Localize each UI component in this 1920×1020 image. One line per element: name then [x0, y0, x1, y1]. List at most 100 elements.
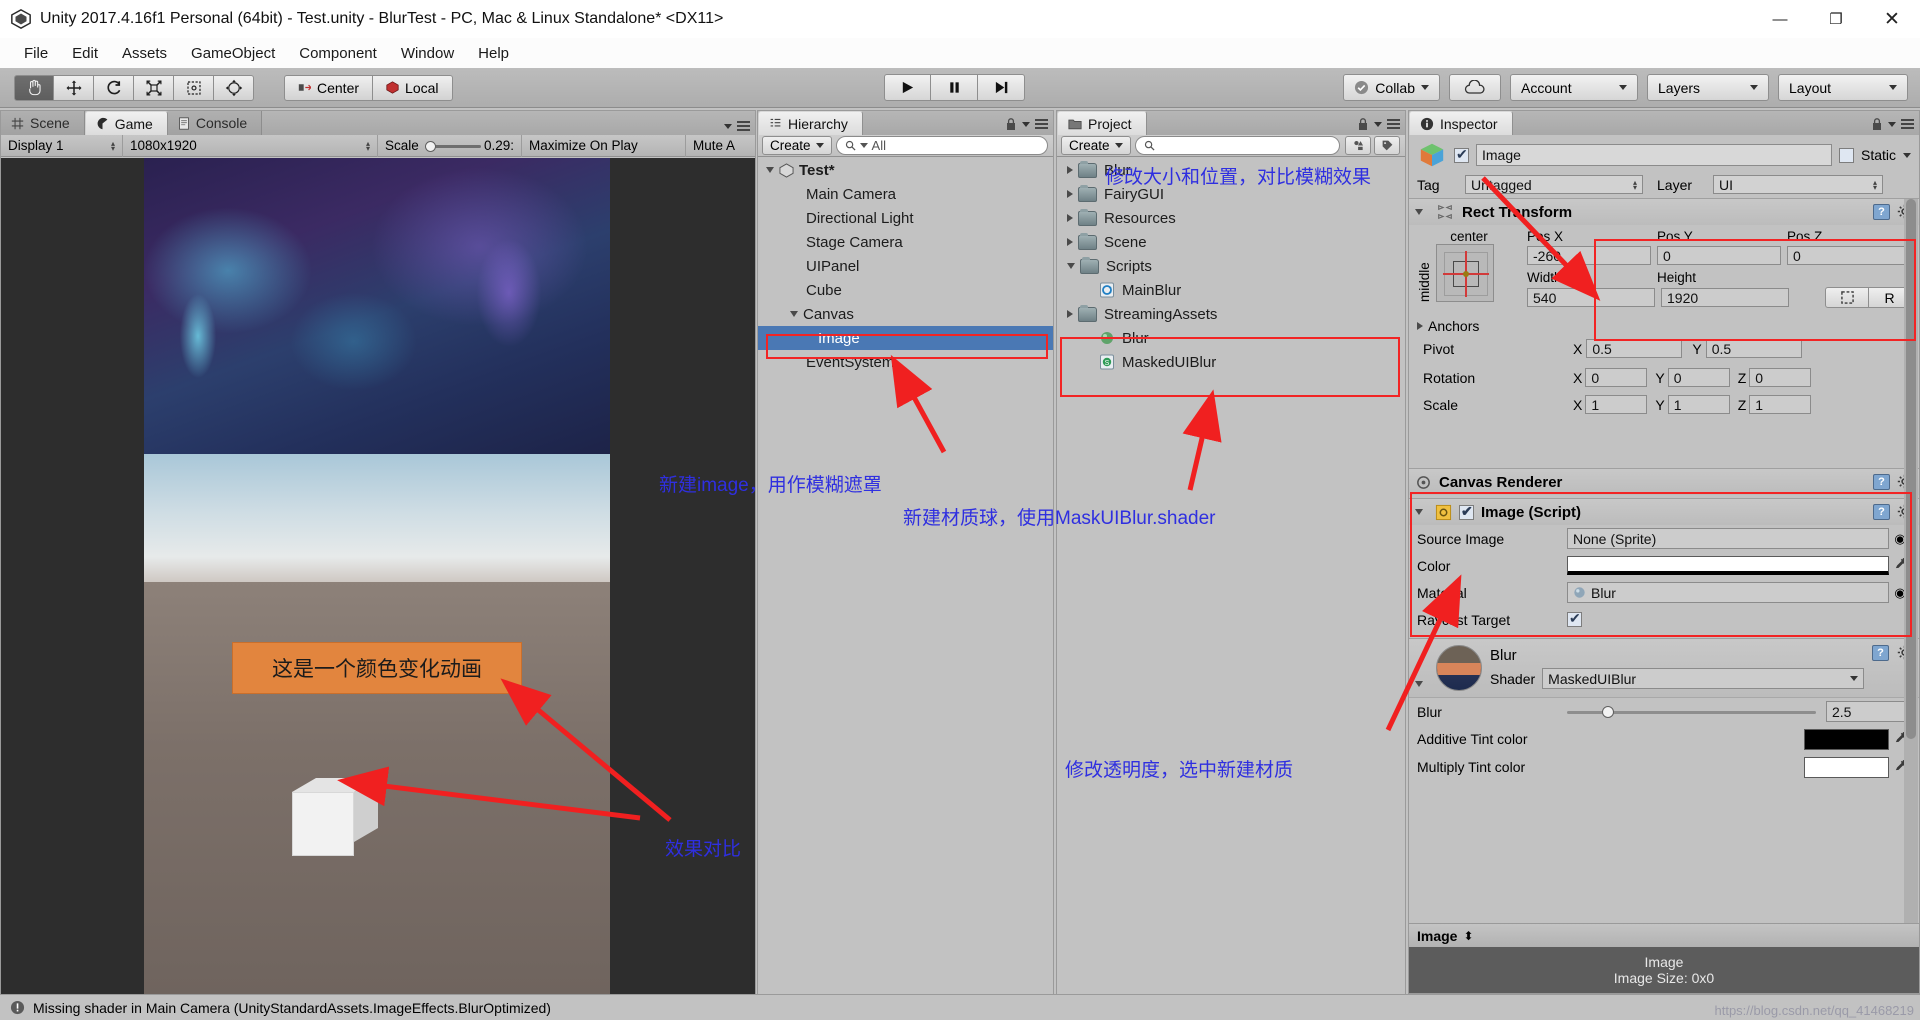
multiply-tint-swatch[interactable]: [1804, 756, 1889, 778]
game-render-area[interactable]: 这是一个颜色变化动画: [1, 158, 755, 994]
filter-by-type-icon[interactable]: [1345, 136, 1371, 155]
step-button[interactable]: [978, 74, 1025, 101]
preview-tab-menu-icon[interactable]: ⬍: [1463, 929, 1473, 943]
menu-help[interactable]: Help: [466, 42, 521, 65]
tab-scene[interactable]: Scene: [1, 111, 85, 135]
project-item-resources[interactable]: Resources: [1057, 206, 1405, 230]
hierarchy-item-canvas[interactable]: Canvas: [758, 302, 1053, 326]
layers-button[interactable]: Layers: [1647, 74, 1769, 101]
menu-component[interactable]: Component: [287, 42, 389, 65]
scale-slider[interactable]: [424, 140, 481, 152]
scale-slider-handle[interactable]: [424, 140, 436, 152]
maximize-on-play-toggle[interactable]: Maximize On Play: [522, 134, 686, 157]
pivot-center-button[interactable]: Center: [284, 74, 374, 101]
hierarchy-item-cube[interactable]: Cube: [758, 278, 1053, 302]
hierarchy-item-main-camera[interactable]: Main Camera: [758, 182, 1053, 206]
menu-file[interactable]: File: [12, 42, 60, 65]
rect-tool-button[interactable]: [174, 74, 214, 101]
preview-tab-label[interactable]: Image: [1417, 928, 1457, 944]
collab-button[interactable]: Collab: [1343, 74, 1440, 101]
menu-assets[interactable]: Assets: [110, 42, 179, 65]
blur-slider-handle[interactable]: [1601, 705, 1614, 718]
play-button[interactable]: [884, 74, 931, 101]
layout-button[interactable]: Layout: [1778, 74, 1908, 101]
minimize-button[interactable]: —: [1752, 0, 1808, 38]
pause-button[interactable]: [931, 74, 978, 101]
menu-window[interactable]: Window: [389, 42, 466, 65]
chevron-down-icon[interactable]: [790, 311, 798, 317]
tab-hierarchy[interactable]: Hierarchy: [758, 111, 863, 135]
maximize-button[interactable]: ❐: [1808, 0, 1864, 38]
chevron-right-icon[interactable]: [1067, 190, 1073, 198]
tab-game[interactable]: Game: [84, 111, 168, 135]
project-item-scripts[interactable]: Scripts: [1057, 254, 1405, 278]
project-item-streamingassets[interactable]: StreamingAssets: [1057, 302, 1405, 326]
hierarchy-search-input[interactable]: All: [835, 136, 1048, 155]
hierarchy-item-test[interactable]: Test*: [758, 158, 1053, 182]
additive-tint-swatch[interactable]: [1804, 728, 1889, 750]
inspector-panel-menu[interactable]: [1871, 117, 1914, 131]
game-viewport[interactable]: 这是一个颜色变化动画: [144, 158, 610, 994]
project-list[interactable]: Blur FairyGUI Resources Scene Scripts Ma…: [1057, 158, 1405, 994]
pivot-y-input[interactable]: 0.5: [1705, 339, 1802, 358]
scale-slider-group[interactable]: Scale 0.29:: [378, 134, 522, 157]
rect-transform-header[interactable]: Rect Transform ?: [1409, 199, 1919, 225]
chevron-down-icon[interactable]: [1067, 263, 1075, 269]
hierarchy-item-directional-light[interactable]: Directional Light: [758, 206, 1053, 230]
blur-amount-input[interactable]: 2.5: [1826, 701, 1911, 722]
pivot-x-input[interactable]: 0.5: [1586, 339, 1683, 358]
shader-dropdown[interactable]: MaskedUIBlur: [1542, 668, 1864, 689]
rot-y-input[interactable]: 0: [1667, 368, 1730, 387]
project-item-mainblur[interactable]: MainBlur: [1057, 278, 1405, 302]
chevron-right-icon[interactable]: [1067, 214, 1073, 222]
move-tool-button[interactable]: [54, 74, 94, 101]
account-button[interactable]: Account: [1510, 74, 1638, 101]
rot-x-input[interactable]: 0: [1585, 368, 1648, 387]
anchor-preset-group[interactable]: center middle: [1417, 229, 1521, 308]
rotate-tool-button[interactable]: [94, 74, 134, 101]
project-search-input[interactable]: [1134, 136, 1340, 155]
hierarchy-panel-menu[interactable]: [1005, 117, 1048, 131]
status-bar[interactable]: Missing shader in Main Camera (UnityStan…: [0, 994, 1920, 1020]
hierarchy-item-uipanel[interactable]: UIPanel: [758, 254, 1053, 278]
chevron-right-icon[interactable]: [1067, 166, 1073, 174]
scale-x-input[interactable]: 1: [1585, 395, 1648, 414]
object-name-field[interactable]: Image: [1476, 144, 1832, 166]
close-button[interactable]: ✕: [1864, 0, 1920, 38]
chevron-down-icon[interactable]: [1903, 152, 1911, 158]
scale-tool-button[interactable]: [134, 74, 174, 101]
chevron-right-icon[interactable]: [1067, 310, 1073, 318]
help-icon[interactable]: ?: [1873, 474, 1890, 490]
tag-dropdown[interactable]: Untagged ▴ ▾: [1465, 175, 1643, 194]
static-checkbox[interactable]: [1838, 147, 1854, 163]
menu-edit[interactable]: Edit: [60, 42, 110, 65]
mute-audio-toggle[interactable]: Mute A: [686, 135, 754, 157]
game-panel-menu[interactable]: [724, 121, 750, 131]
hierarchy-item-stage-camera[interactable]: Stage Camera: [758, 230, 1053, 254]
chevron-down-icon[interactable]: [1415, 209, 1423, 215]
scale-z-input[interactable]: 1: [1749, 395, 1812, 414]
help-icon[interactable]: ?: [1872, 645, 1889, 661]
blur-slider[interactable]: [1567, 705, 1816, 718]
material-header[interactable]: Blur Shader MaskedUIBlur ?: [1409, 639, 1919, 697]
chevron-right-icon[interactable]: [1067, 238, 1073, 246]
help-icon[interactable]: ?: [1873, 204, 1890, 220]
filter-by-label-icon[interactable]: [1374, 136, 1400, 155]
hierarchy-list[interactable]: Test* Main Camera Directional Light Stag…: [758, 158, 1053, 994]
gameobject-enabled-checkbox[interactable]: [1454, 146, 1469, 163]
tab-project[interactable]: Project: [1057, 111, 1147, 135]
chevron-down-icon[interactable]: [766, 167, 774, 173]
hierarchy-create-button[interactable]: Create: [762, 136, 832, 155]
resolution-dropdown[interactable]: 1080x1920 ▴ ▾: [123, 134, 378, 157]
rot-z-input[interactable]: 0: [1749, 368, 1812, 387]
tab-inspector[interactable]: Inspector: [1409, 111, 1513, 135]
project-panel-menu[interactable]: [1357, 117, 1400, 131]
menu-gameobject[interactable]: GameObject: [179, 42, 287, 65]
transform-tool-button[interactable]: [214, 74, 254, 101]
project-create-button[interactable]: Create: [1061, 136, 1131, 155]
display-dropdown[interactable]: Display 1 ▴ ▾: [1, 134, 123, 157]
cloud-button[interactable]: [1449, 74, 1501, 101]
anchor-preset-widget[interactable]: [1436, 244, 1494, 302]
project-item-scene[interactable]: Scene: [1057, 230, 1405, 254]
chevron-down-icon[interactable]: [1415, 681, 1423, 687]
